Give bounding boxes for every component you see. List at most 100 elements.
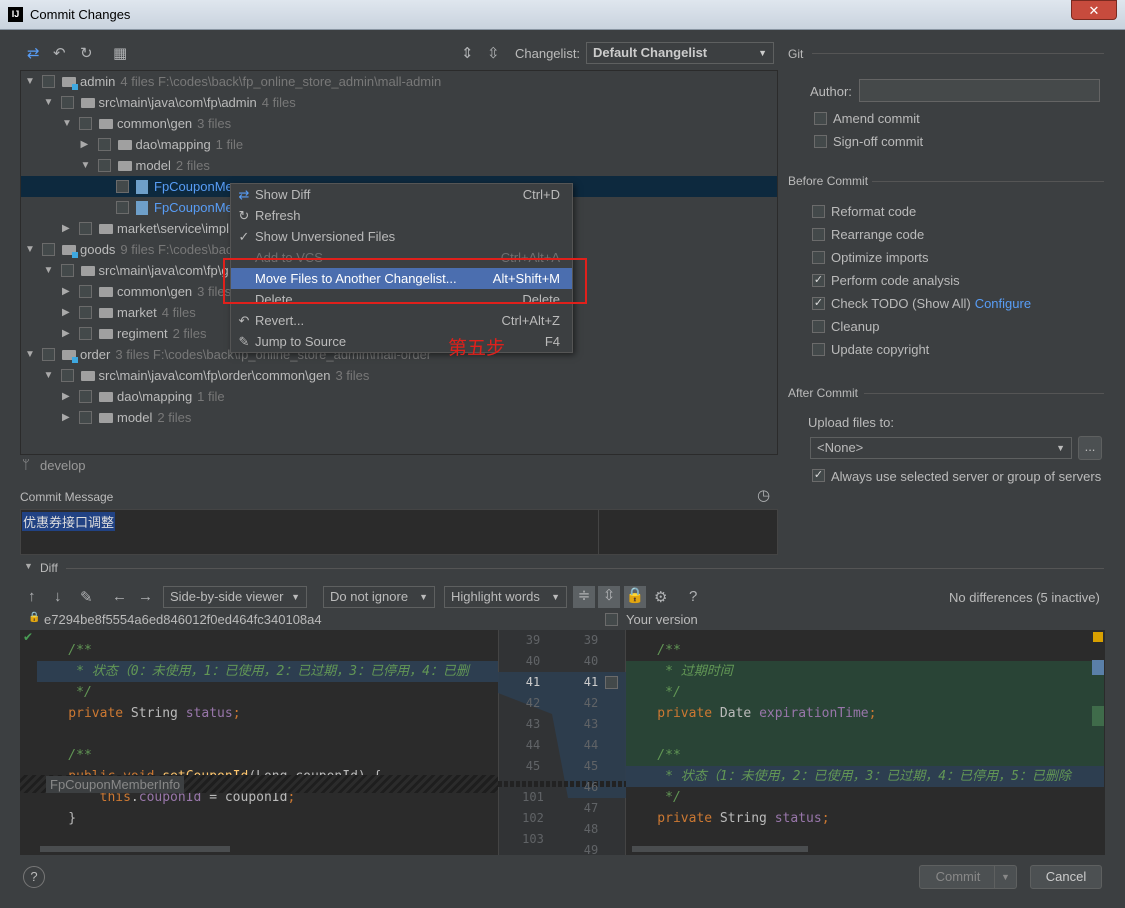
- horizontal-scrollbar-right[interactable]: [632, 846, 808, 852]
- expand-arrow-icon[interactable]: ▶: [62, 407, 70, 428]
- tree-row[interactable]: ▼ model 2 files: [21, 155, 777, 176]
- edit-source-icon[interactable]: ✎: [80, 588, 93, 606]
- row-checkbox[interactable]: [60, 96, 74, 109]
- scrollbar-thumb[interactable]: [1092, 660, 1104, 675]
- row-checkbox[interactable]: [79, 390, 92, 403]
- row-checkbox[interactable]: [60, 369, 74, 382]
- option-checkbox[interactable]: [812, 343, 825, 356]
- help-button[interactable]: ?: [23, 866, 45, 888]
- item-name: admin: [80, 74, 116, 89]
- row-checkbox[interactable]: [116, 180, 129, 193]
- expand-arrow-icon[interactable]: ▼: [44, 365, 54, 386]
- menu-item-jump-to-source[interactable]: ✎ Jump to Source F4: [231, 331, 572, 352]
- help-icon[interactable]: ?: [689, 588, 697, 605]
- row-checkbox[interactable]: [79, 306, 92, 319]
- row-checkbox[interactable]: [42, 348, 55, 361]
- commit-options-chevron-icon[interactable]: ▼: [994, 866, 1016, 888]
- sync-scroll-icon[interactable]: ⇳: [598, 586, 620, 608]
- row-checkbox[interactable]: [79, 411, 92, 424]
- refresh-icon[interactable]: ↻: [80, 44, 93, 62]
- option-checkbox[interactable]: [814, 135, 827, 148]
- previous-diff-icon[interactable]: ↑: [28, 588, 36, 605]
- tree-row[interactable]: ▼ src\main\java\com\fp\order\common\gen 3 …: [21, 365, 777, 386]
- tree-row[interactable]: ▼ admin 4 files F:\codes\back\fp_online_st…: [21, 71, 777, 92]
- row-checkbox[interactable]: [79, 285, 92, 298]
- changelist-select[interactable]: Default Changelist ▼: [586, 42, 774, 64]
- tree-row[interactable]: ▶ model 2 files: [21, 407, 777, 428]
- highlight-select[interactable]: Highlight words ▼: [444, 586, 567, 608]
- menu-item-revert[interactable]: ↶ Revert... Ctrl+Alt+Z: [231, 310, 572, 331]
- code-line: }: [37, 808, 498, 829]
- commit-button[interactable]: Commit ▼: [919, 865, 1017, 889]
- expand-arrow-icon[interactable]: ▶: [62, 218, 70, 239]
- java-file-icon: [136, 180, 148, 194]
- diff-viewer[interactable]: ✔ /** * 状态（0：未使用，1：已使用，2：已过期，3：已停用，4：已删 …: [20, 630, 1105, 855]
- collapse-unchanged-icon[interactable]: ≑: [573, 586, 595, 608]
- expand-arrow-icon[interactable]: ▶: [62, 323, 70, 344]
- commit-message-input[interactable]: 优惠券接口调整: [20, 509, 778, 555]
- expand-all-icon[interactable]: ⇕: [461, 44, 474, 62]
- browse-servers-button[interactable]: ...: [1078, 436, 1102, 460]
- expand-arrow-icon[interactable]: ▶: [62, 386, 70, 407]
- menu-item-refresh[interactable]: ↻ Refresh: [231, 205, 572, 226]
- viewer-select[interactable]: Side-by-side viewer ▼: [163, 586, 307, 608]
- tree-row[interactable]: ▶ dao\mapping 1 file: [21, 134, 777, 155]
- row-checkbox[interactable]: [79, 222, 92, 235]
- apply-change-checkbox[interactable]: [605, 676, 618, 689]
- row-checkbox[interactable]: [116, 201, 129, 214]
- expand-arrow-icon[interactable]: ▼: [25, 344, 35, 365]
- option-checkbox[interactable]: [812, 251, 825, 264]
- menu-item-show-unversioned-files[interactable]: ✓ Show Unversioned Files: [231, 226, 572, 247]
- option-checkbox[interactable]: ✓: [812, 297, 825, 310]
- next-file-icon[interactable]: →: [138, 588, 153, 605]
- expand-arrow-icon[interactable]: ▼: [44, 92, 54, 113]
- row-checkbox[interactable]: [60, 264, 74, 277]
- settings-gear-icon[interactable]: ⚙: [654, 588, 667, 606]
- show-diff-icon[interactable]: ⇄: [27, 44, 40, 62]
- your-version-checkbox[interactable]: [605, 613, 618, 626]
- collapse-all-icon[interactable]: ⇳: [487, 44, 500, 62]
- row-checkbox[interactable]: [79, 327, 92, 340]
- menu-item-shortcut: F4: [544, 334, 560, 349]
- always-use-server-checkbox[interactable]: ✓: [812, 469, 825, 482]
- expand-arrow-icon[interactable]: ▶: [62, 302, 70, 323]
- expand-arrow-icon[interactable]: ▼: [25, 239, 35, 260]
- revert-icon[interactable]: ↶: [53, 44, 66, 62]
- expand-arrow-icon[interactable]: ▶: [62, 281, 70, 302]
- next-diff-icon[interactable]: ↓: [54, 588, 62, 605]
- check-icon: ✓: [238, 229, 250, 244]
- option-checkbox[interactable]: [814, 112, 827, 125]
- tree-row[interactable]: ▼ src\main\java\com\fp\admin 4 files: [21, 92, 777, 113]
- diff-collapse-icon[interactable]: ▼: [24, 561, 33, 571]
- ignore-select[interactable]: Do not ignore ▼: [323, 586, 435, 608]
- row-checkbox[interactable]: [42, 75, 55, 88]
- menu-item-show-diff[interactable]: ⇄ Show Diff Ctrl+D: [231, 184, 572, 205]
- option-checkbox[interactable]: [812, 320, 825, 333]
- cancel-button[interactable]: Cancel: [1030, 865, 1102, 889]
- lock-icon[interactable]: 🔒: [624, 586, 646, 608]
- previous-file-icon[interactable]: ←: [112, 588, 127, 605]
- group-by-icon[interactable]: ▦: [113, 44, 127, 62]
- author-input[interactable]: [859, 79, 1100, 102]
- expand-arrow-icon[interactable]: ▼: [25, 71, 35, 92]
- option-checkbox[interactable]: [812, 205, 825, 218]
- row-checkbox[interactable]: [97, 138, 111, 151]
- close-button[interactable]: ✕: [1071, 0, 1117, 20]
- row-checkbox[interactable]: [42, 243, 55, 256]
- option-checkbox[interactable]: ✓: [812, 274, 825, 287]
- option-checkbox[interactable]: [812, 228, 825, 241]
- expand-arrow-icon[interactable]: ▼: [62, 113, 72, 134]
- tree-row[interactable]: ▼ common\gen 3 files: [21, 113, 777, 134]
- horizontal-scrollbar-left[interactable]: [40, 846, 230, 852]
- tree-row[interactable]: ▶ dao\mapping 1 file: [21, 386, 777, 407]
- code-token: status: [185, 706, 233, 721]
- expand-arrow-icon[interactable]: ▼: [44, 260, 54, 281]
- row-checkbox[interactable]: [79, 117, 92, 130]
- configure-link[interactable]: Configure: [975, 296, 1031, 311]
- history-clock-icon[interactable]: ◷: [757, 486, 770, 504]
- expand-arrow-icon[interactable]: ▶: [81, 134, 89, 155]
- upload-server-select[interactable]: <None> ▼: [810, 437, 1072, 459]
- expand-arrow-icon[interactable]: ▼: [81, 155, 91, 176]
- change-marker: [1092, 706, 1104, 726]
- row-checkbox[interactable]: [97, 159, 111, 172]
